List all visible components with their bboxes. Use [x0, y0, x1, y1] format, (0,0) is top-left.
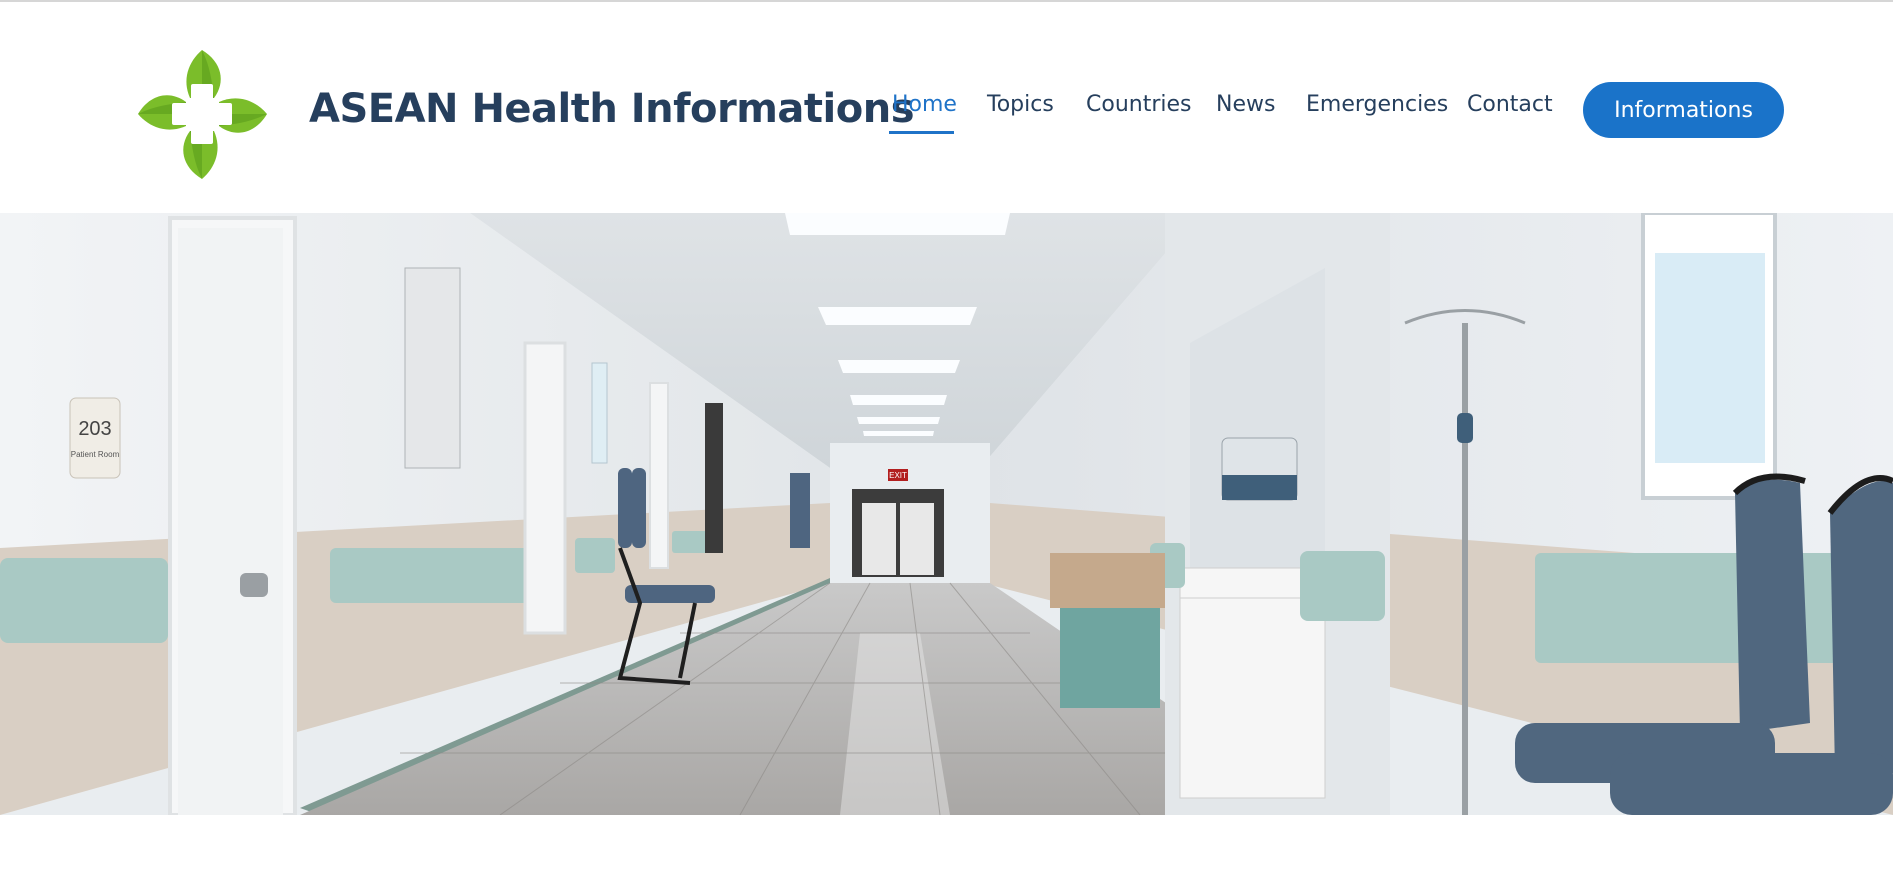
room-number: 203 — [78, 418, 111, 440]
exit-sign: EXIT — [889, 471, 907, 480]
nav-news[interactable]: News — [1216, 92, 1275, 117]
nav-contact[interactable]: Contact — [1467, 92, 1553, 117]
room-label: Patient Room — [71, 450, 120, 459]
nav-topics[interactable]: Topics — [987, 92, 1054, 117]
logo[interactable] — [130, 42, 275, 187]
nav-emergencies[interactable]: Emergencies — [1306, 92, 1448, 117]
site-header: ASEAN Health Informations Home Topics Co… — [0, 2, 1893, 212]
nav-countries[interactable]: Countries — [1086, 92, 1192, 117]
informations-button[interactable]: Informations — [1583, 82, 1784, 138]
hero-image: EXIT 203 Patient Room — [0, 213, 1893, 815]
nav-active-indicator — [889, 131, 954, 134]
nav-home[interactable]: Home — [892, 92, 957, 117]
green-leaf-cross-icon — [138, 50, 267, 179]
site-title[interactable]: ASEAN Health Informations — [309, 86, 915, 132]
hospital-corridor-illustration: EXIT 203 Patient Room — [0, 213, 1893, 815]
